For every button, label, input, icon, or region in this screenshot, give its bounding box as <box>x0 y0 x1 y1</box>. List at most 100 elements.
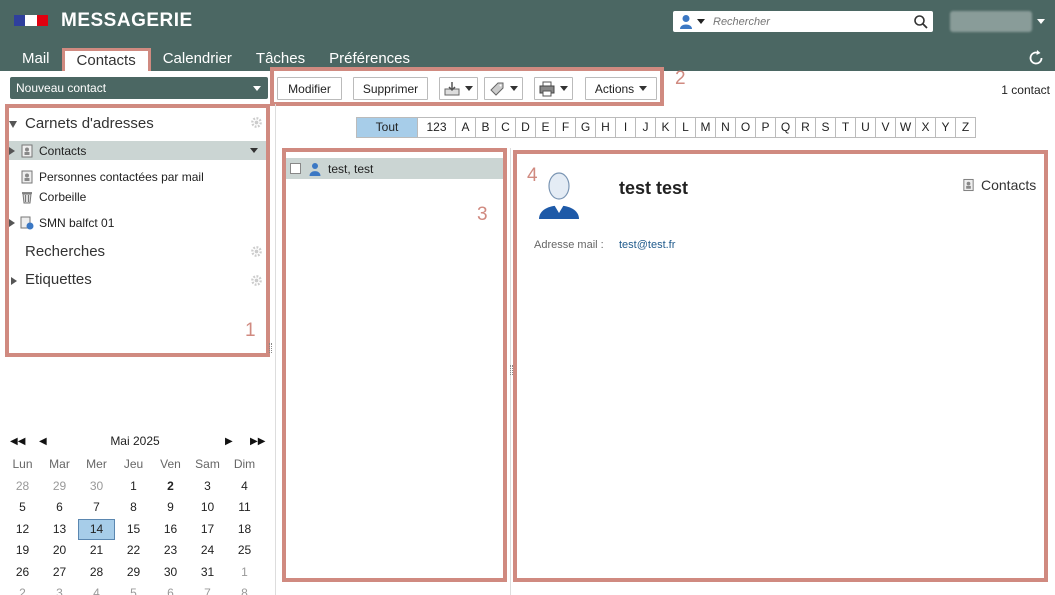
calendar-day[interactable]: 13 <box>41 519 78 541</box>
filter-all[interactable]: Tout <box>357 118 417 137</box>
calendar-day[interactable]: 20 <box>41 540 78 562</box>
filter-letter-b[interactable]: B <box>475 118 495 137</box>
sidebar-resize-handle[interactable] <box>269 343 272 353</box>
calendar-day[interactable]: 29 <box>115 562 152 584</box>
calendar-day[interactable]: 2 <box>152 476 189 498</box>
calendar-day[interactable]: 2 <box>4 583 41 595</box>
gear-icon[interactable] <box>250 116 263 129</box>
calendar-day[interactable]: 1 <box>226 562 263 584</box>
filter-letter-a[interactable]: A <box>455 118 475 137</box>
filter-letter-g[interactable]: G <box>575 118 595 137</box>
refresh-icon[interactable] <box>1027 49 1045 67</box>
filter-letter-z[interactable]: Z <box>955 118 975 137</box>
email-link[interactable]: test@test.fr <box>619 239 675 251</box>
tab-mail[interactable]: Mail <box>10 48 62 71</box>
print-button[interactable] <box>534 77 573 100</box>
prev-month-icon[interactable]: ◀ <box>39 436 47 447</box>
sidebar-splitter[interactable] <box>275 104 276 595</box>
calendar-day[interactable]: 10 <box>189 497 226 519</box>
tab-contacts[interactable]: Contacts <box>61 48 151 71</box>
calendar-day[interactable]: 25 <box>226 540 263 562</box>
calendar-day[interactable]: 30 <box>78 476 115 498</box>
import-button[interactable] <box>439 77 478 100</box>
actions-button[interactable]: Actions <box>585 77 657 100</box>
calendar-day[interactable]: 28 <box>4 476 41 498</box>
filter-letter-x[interactable]: X <box>915 118 935 137</box>
account-caret-icon[interactable] <box>1037 19 1045 24</box>
tags-button[interactable] <box>484 77 523 100</box>
calendar-day[interactable]: 24 <box>189 540 226 562</box>
gear-icon[interactable] <box>250 245 263 258</box>
calendar-day[interactable]: 18 <box>226 519 263 541</box>
expand-arrow-icon[interactable] <box>9 218 15 227</box>
calendar-day[interactable]: 28 <box>78 562 115 584</box>
expand-arrow-icon[interactable] <box>11 277 17 285</box>
calendar-day-today[interactable]: 14 <box>78 518 115 540</box>
search-input[interactable] <box>705 12 913 31</box>
calendar-day[interactable]: 15 <box>115 519 152 541</box>
calendar-day[interactable]: 6 <box>152 583 189 595</box>
filter-letter-v[interactable]: V <box>875 118 895 137</box>
next-month-icon[interactable]: ▶ <box>225 436 233 447</box>
expand-arrow-icon[interactable] <box>9 146 15 155</box>
next-year-icon[interactable]: ▶▶ <box>250 436 265 447</box>
calendar-day[interactable]: 19 <box>4 540 41 562</box>
account-menu[interactable] <box>950 11 1032 32</box>
calendar-day[interactable]: 7 <box>189 583 226 595</box>
calendar-day[interactable]: 4 <box>226 476 263 498</box>
calendar-day[interactable]: 11 <box>226 497 263 519</box>
filter-letter-d[interactable]: D <box>515 118 535 137</box>
user-scope-icon[interactable] <box>679 14 693 30</box>
modify-button[interactable]: Modifier <box>277 77 342 100</box>
scope-dropdown-caret-icon[interactable] <box>697 19 705 24</box>
filter-letter-j[interactable]: J <box>635 118 655 137</box>
list-resize-handle[interactable] <box>510 365 513 375</box>
labels-title[interactable]: Etiquettes <box>25 271 92 288</box>
filter-letter-o[interactable]: O <box>735 118 755 137</box>
calendar-day[interactable]: 12 <box>4 519 41 541</box>
book-trash[interactable]: Corbeille <box>20 187 86 206</box>
calendar-day[interactable]: 17 <box>189 519 226 541</box>
filter-letter-y[interactable]: Y <box>935 118 955 137</box>
search-icon[interactable] <box>913 14 929 30</box>
calendar-day[interactable]: 3 <box>41 583 78 595</box>
calendar-day[interactable]: 3 <box>189 476 226 498</box>
calendar-day[interactable]: 29 <box>41 476 78 498</box>
contact-checkbox[interactable] <box>290 163 301 174</box>
calendar-day[interactable]: 6 <box>41 497 78 519</box>
calendar-day[interactable]: 21 <box>78 540 115 562</box>
filter-letter-i[interactable]: I <box>615 118 635 137</box>
filter-letter-w[interactable]: W <box>895 118 915 137</box>
filter-letter-r[interactable]: R <box>795 118 815 137</box>
filter-letter-u[interactable]: U <box>855 118 875 137</box>
filter-letter-m[interactable]: M <box>695 118 715 137</box>
filter-letter-n[interactable]: N <box>715 118 735 137</box>
filter-letter-p[interactable]: P <box>755 118 775 137</box>
calendar-day[interactable]: 31 <box>189 562 226 584</box>
prev-year-icon[interactable]: ◀◀ <box>10 436 25 447</box>
searches-title[interactable]: Recherches <box>25 243 105 260</box>
tab-calendrier[interactable]: Calendrier <box>151 48 244 71</box>
calendar-day[interactable]: 26 <box>4 562 41 584</box>
book-contacts[interactable]: Contacts <box>9 141 266 160</box>
calendar-day[interactable]: 27 <box>41 562 78 584</box>
filter-letter-l[interactable]: L <box>675 118 695 137</box>
filter-letter-h[interactable]: H <box>595 118 615 137</box>
filter-letter-c[interactable]: C <box>495 118 515 137</box>
filter-numbers[interactable]: 123 <box>417 118 455 137</box>
new-contact-button[interactable]: Nouveau contact <box>10 77 268 99</box>
collapse-arrow-icon[interactable] <box>9 121 17 128</box>
filter-letter-e[interactable]: E <box>535 118 555 137</box>
book-options-caret-icon[interactable] <box>250 148 258 153</box>
book-contacted-people[interactable]: Personnes contactées par mail <box>20 167 204 186</box>
calendar-day[interactable]: 5 <box>115 583 152 595</box>
calendar-day[interactable]: 7 <box>78 497 115 519</box>
calendar-day[interactable]: 23 <box>152 540 189 562</box>
calendar-day[interactable]: 8 <box>226 583 263 595</box>
calendar-day[interactable]: 4 <box>78 583 115 595</box>
filter-letter-t[interactable]: T <box>835 118 855 137</box>
filter-letter-f[interactable]: F <box>555 118 575 137</box>
calendar-day[interactable]: 9 <box>152 497 189 519</box>
calendar-day[interactable]: 8 <box>115 497 152 519</box>
delete-button[interactable]: Supprimer <box>353 77 428 100</box>
